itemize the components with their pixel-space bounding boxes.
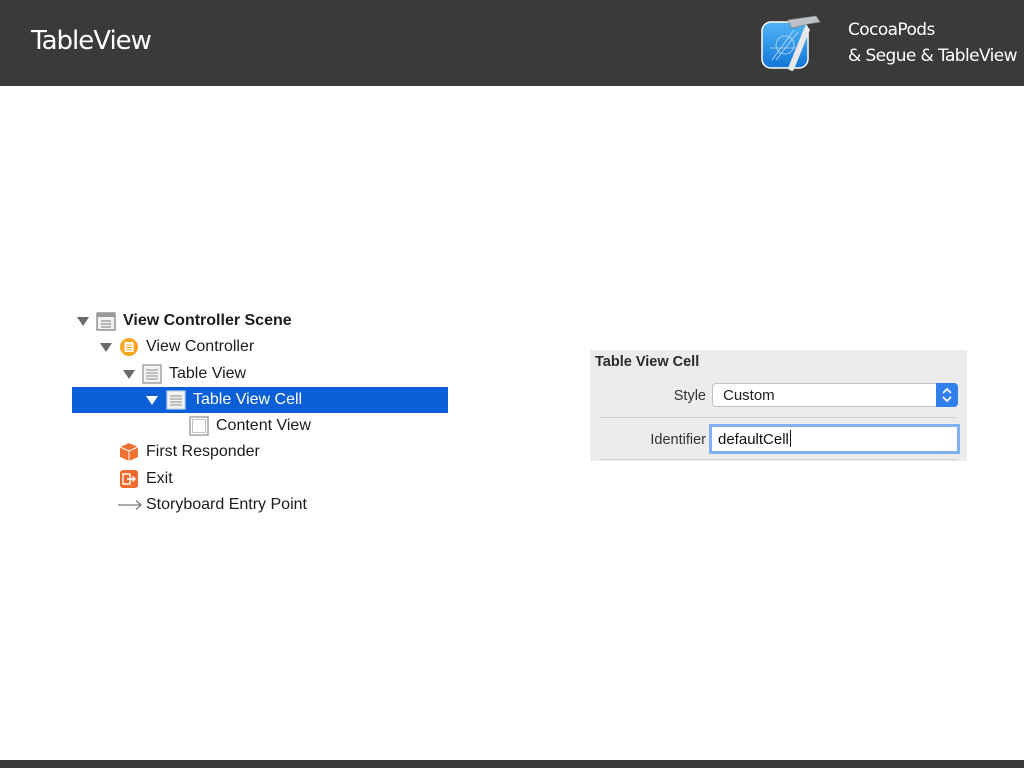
exit-icon <box>120 469 138 488</box>
identifier-label: Identifier <box>650 432 706 448</box>
disclosure-triangle-icon[interactable] <box>100 343 112 353</box>
outline-item-table-view-cell[interactable]: Table View Cell <box>72 386 448 414</box>
chevron-up-down-icon <box>942 387 952 403</box>
document-outline: View Controller Scene View Controller Ta… <box>72 308 448 518</box>
slide-subtitle: CocoaPods & Segue & TableView <box>848 17 1018 69</box>
disclosure-triangle-icon[interactable] <box>77 317 89 326</box>
disclosure-triangle-icon[interactable] <box>146 395 158 405</box>
identifier-value: defaultCell <box>718 430 791 448</box>
slide-title: TableView <box>31 26 152 56</box>
outline-item-first-responder[interactable]: First Responder <box>72 439 448 465</box>
outline-item-label: First Responder <box>146 443 260 461</box>
table-view-cell-icon <box>166 390 186 410</box>
outline-item-label: Exit <box>146 469 173 487</box>
inspector-section-title: Table View Cell <box>595 354 700 370</box>
outline-item-label: Content View <box>216 417 311 435</box>
outline-item-exit[interactable]: Exit <box>72 466 448 492</box>
outline-item-storyboard-entry-point[interactable]: Storyboard Entry Point <box>72 492 448 518</box>
style-popup-button[interactable]: Custom <box>712 383 958 407</box>
table-view-icon <box>142 363 162 384</box>
text-caret <box>789 430 791 447</box>
outline-item-label: View Controller <box>146 338 255 356</box>
disclosure-triangle-icon[interactable] <box>123 369 135 379</box>
identifier-field[interactable]: defaultCell <box>709 424 960 454</box>
outline-item-view-controller-scene[interactable]: View Controller Scene <box>72 308 448 334</box>
outline-item-label: Storyboard Entry Point <box>146 496 307 514</box>
outline-item-label: View Controller Scene <box>123 312 292 329</box>
outline-item-table-view[interactable]: Table View <box>72 361 448 387</box>
style-value: Custom <box>723 387 775 404</box>
first-responder-icon <box>119 443 139 462</box>
footer-bar <box>0 760 1024 768</box>
outline-item-label: Table View <box>169 364 247 382</box>
outline-item-content-view[interactable]: Content View <box>72 413 448 439</box>
arrow-right-icon <box>118 500 142 511</box>
subtitle-line-2: & Segue & TableView <box>848 46 1018 66</box>
subtitle-line-1: CocoaPods <box>848 20 935 40</box>
popup-stepper[interactable] <box>936 383 958 407</box>
view-controller-icon <box>120 338 138 357</box>
separator <box>600 417 957 418</box>
attributes-inspector: Table View Cell Style Custom Identifier … <box>590 350 967 461</box>
xcode-icon <box>761 15 821 71</box>
outline-item-label: Table View Cell <box>193 390 303 408</box>
header-bar: TableView CocoaPods & Segue & TableView <box>0 0 1024 86</box>
style-label: Style <box>673 388 706 404</box>
outline-item-view-controller[interactable]: View Controller <box>72 334 448 360</box>
separator <box>600 459 957 460</box>
scene-icon <box>96 312 116 331</box>
content-view-icon <box>189 416 209 436</box>
